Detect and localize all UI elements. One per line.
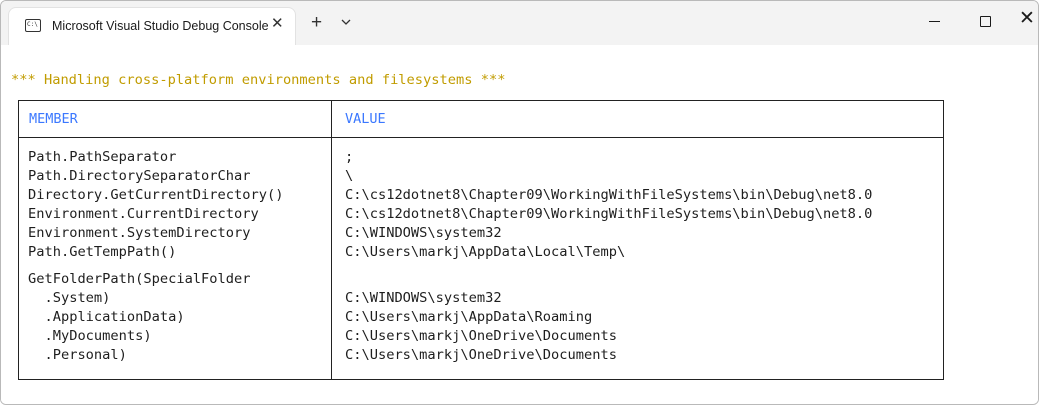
table-row: .Personal) C:\Users\markj\OneDrive\Docume…	[19, 346, 943, 365]
member-cell: .MyDocuments)	[28, 328, 152, 344]
value-cell: C:\WINDOWS\system32	[345, 290, 502, 306]
console-heading: *** Handling cross-platform environments…	[11, 72, 506, 88]
tab-title: Microsoft Visual Studio Debug Console	[52, 19, 269, 33]
table-row: Environment.CurrentDirectory C:\cs12dotne…	[19, 205, 943, 224]
console-app-icon: C:\	[25, 19, 41, 32]
table-row: .System) C:\WINDOWS\system32	[19, 289, 943, 308]
member-cell: .ApplicationData)	[28, 309, 185, 325]
value-cell: C:\WINDOWS\system32	[345, 225, 502, 241]
terminal-window: C:\ Microsoft Visual Studio Debug Consol…	[0, 0, 1039, 405]
value-cell: C:\Users\markj\AppData\Roaming	[345, 309, 593, 325]
member-cell: Environment.CurrentDirectory	[28, 206, 259, 222]
value-cell: C:\cs12dotnet8\Chapter09\WorkingWithFile…	[345, 187, 873, 203]
new-tab-button[interactable]: +	[311, 13, 322, 32]
table-row: Path.GetTempPath() C:\Users\markj\AppData…	[19, 243, 943, 262]
chevron-down-icon[interactable]	[339, 15, 353, 29]
results-table: MEMBER VALUE Path.PathSeparator; Path.Dir…	[18, 100, 944, 380]
table-row	[19, 262, 943, 270]
table-row: GetFolderPath(SpecialFolder	[19, 270, 943, 289]
member-cell: .Personal)	[28, 347, 127, 363]
title-bar[interactable]: C:\ Microsoft Visual Studio Debug Consol…	[1, 1, 1038, 45]
member-cell: Path.GetTempPath()	[28, 244, 177, 260]
member-cell: Path.DirectorySeparatorChar	[28, 168, 251, 184]
table-row: .ApplicationData) C:\Users\markj\AppData\…	[19, 308, 943, 327]
member-cell: .System)	[28, 290, 111, 306]
value-cell: ;	[345, 149, 354, 165]
value-cell: C:\Users\markj\OneDrive\Documents	[345, 328, 617, 344]
table-row: Path.PathSeparator;	[19, 148, 943, 167]
value-cell: C:\Users\markj\OneDrive\Documents	[345, 347, 617, 363]
close-window-button[interactable]: ✕	[1019, 9, 1035, 28]
value-cell: C:\cs12dotnet8\Chapter09\WorkingWithFile…	[345, 206, 873, 222]
table-row: Path.DirectorySeparatorChar \	[19, 167, 943, 186]
column-header-member: MEMBER	[29, 111, 78, 127]
close-tab-icon[interactable]: ✕	[271, 16, 284, 32]
table-row: Environment.SystemDirectory C:\WINDOWS\sy…	[19, 224, 943, 243]
tab-debug-console[interactable]: C:\ Microsoft Visual Studio Debug Consol…	[9, 8, 295, 45]
value-cell: \	[345, 168, 354, 184]
member-cell: Directory.GetCurrentDirectory()	[28, 187, 284, 203]
member-cell: GetFolderPath(SpecialFolder	[28, 271, 251, 287]
header-divider	[19, 137, 943, 138]
member-cell: Path.PathSeparator	[28, 149, 177, 165]
maximize-button[interactable]	[980, 16, 991, 27]
table-row: Directory.GetCurrentDirectory() C:\cs12do…	[19, 186, 943, 205]
member-cell: Environment.SystemDirectory	[28, 225, 251, 241]
table-body: Path.PathSeparator; Path.DirectorySeparat…	[19, 148, 943, 365]
column-header-value: VALUE	[345, 111, 386, 127]
minimize-button[interactable]	[929, 21, 940, 22]
table-row: .MyDocuments) C:\Users\markj\OneDrive\Doc…	[19, 327, 943, 346]
console-output[interactable]: *** Handling cross-platform environments…	[1, 45, 1038, 404]
value-cell: C:\Users\markj\AppData\Local\Temp\	[345, 244, 626, 260]
